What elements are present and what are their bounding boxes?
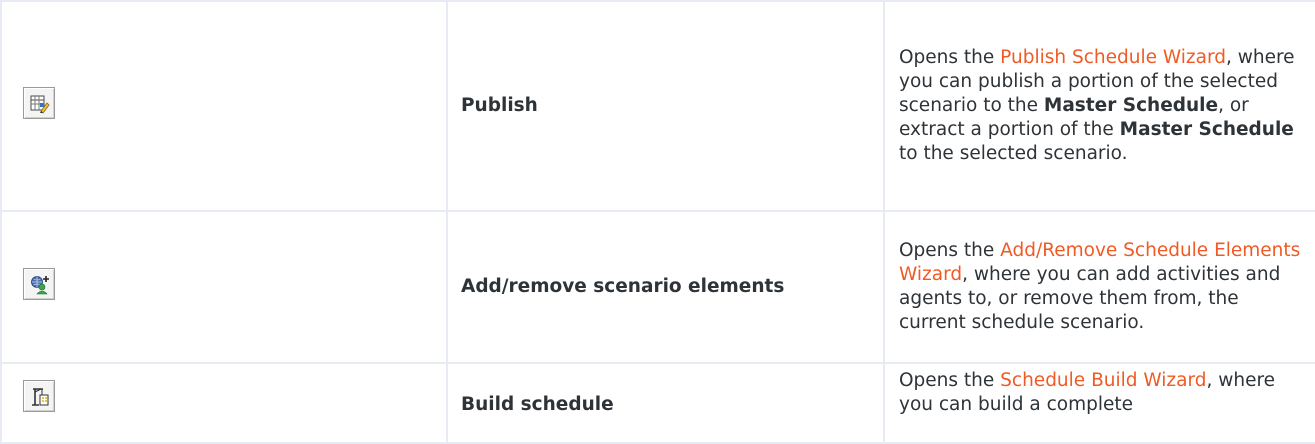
icon-cell	[0, 0, 448, 212]
build-schedule-icon[interactable]	[23, 380, 55, 412]
schedule-build-wizard-link[interactable]: Schedule Build Wizard	[1000, 370, 1206, 391]
icon-cell	[0, 210, 448, 364]
icon-cell	[0, 362, 448, 444]
add-remove-elements-icon[interactable]	[23, 267, 55, 300]
button-description: Opens the Schedule Build Wizard, where y…	[883, 362, 1315, 444]
button-name: Build schedule	[446, 362, 885, 444]
publish-schedule-wizard-link[interactable]: Publish Schedule Wizard	[1000, 47, 1226, 68]
toolbar-buttons-table: Publish Opens the Publish Schedule Wizar…	[0, 0, 1315, 444]
button-description: Opens the Publish Schedule Wizard, where…	[883, 0, 1315, 212]
button-name: Publish	[446, 0, 885, 212]
publish-icon[interactable]	[23, 86, 55, 119]
table-row: Add/remove scenario elements Opens the A…	[0, 210, 1315, 364]
table-row: Build schedule Opens the Schedule Build …	[0, 362, 1315, 444]
table-row: Publish Opens the Publish Schedule Wizar…	[0, 0, 1315, 212]
button-name: Add/remove scenario elements	[446, 210, 885, 364]
button-description: Opens the Add/Remove Schedule Elements W…	[883, 210, 1315, 364]
